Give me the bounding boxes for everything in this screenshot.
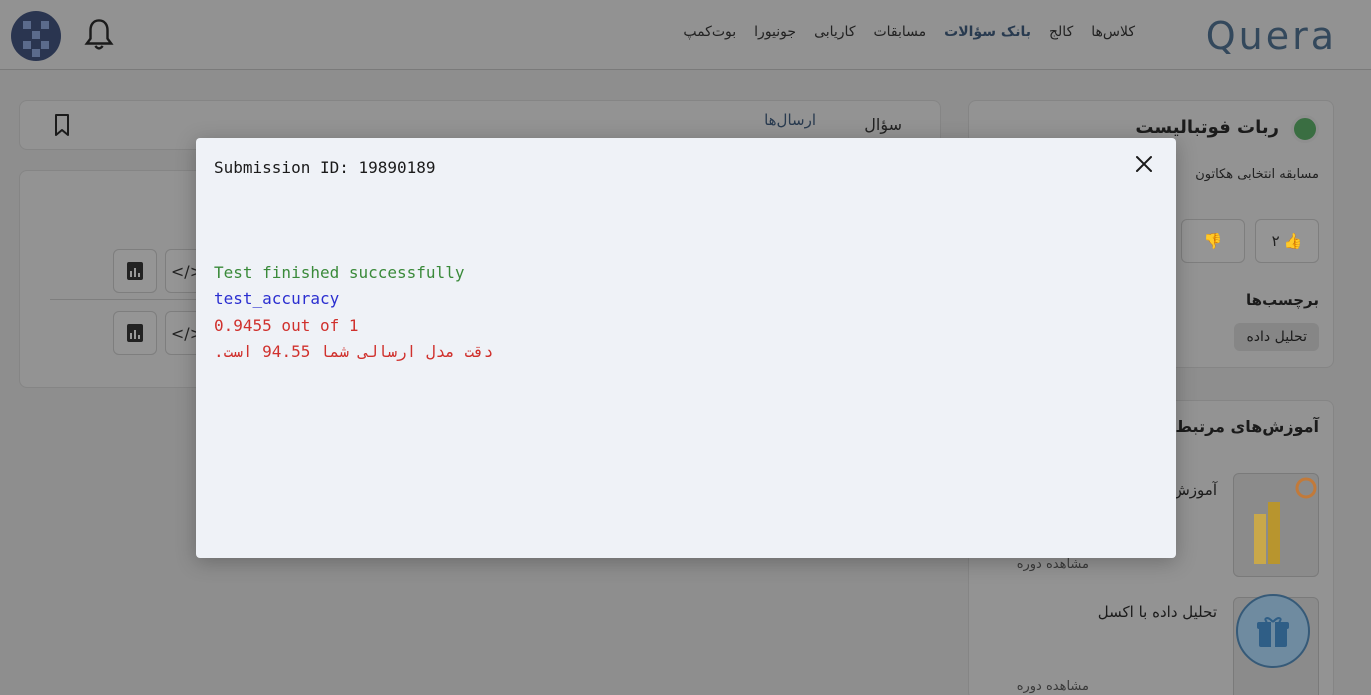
main-nav: کلاس‌ها کالج بانک سؤالات مسابقات کاریابی… [683, 24, 1135, 40]
view-course-link[interactable]: مشاهده دوره [1017, 557, 1089, 572]
gift-icon [1257, 617, 1289, 647]
thumbs-down-icon: 👎 [1203, 232, 1223, 250]
dislike-button[interactable]: 👎 [1181, 219, 1245, 263]
quera-logo[interactable]: Quera [1206, 14, 1337, 58]
tab-question[interactable]: سؤال [864, 115, 902, 134]
nav-item-junior[interactable]: جونیورا [754, 24, 796, 40]
tab-submissions[interactable]: ارسال‌ها [764, 111, 816, 129]
test-status-line: Test finished successfully [214, 263, 465, 282]
view-course-link[interactable]: مشاهده دوره [1017, 679, 1089, 694]
nav-item-contests[interactable]: مسابقات [873, 24, 926, 40]
user-avatar[interactable] [11, 11, 61, 61]
like-button[interactable]: ۲ 👍 [1255, 219, 1319, 263]
nav-item-bootcamp[interactable]: بوت‌کمپ [683, 24, 736, 40]
nav-item-classes[interactable]: کلاس‌ها [1091, 24, 1135, 40]
like-count: ۲ [1271, 232, 1280, 250]
problem-contest[interactable]: مسابقه انتخابی هکاتون [1195, 167, 1319, 182]
report-icon[interactable] [113, 311, 157, 355]
course-title[interactable]: تحلیل داده با اکسل [1098, 603, 1217, 621]
related-heading: آموزش‌های مرتبط [1175, 417, 1319, 436]
difficulty-icon [1291, 115, 1319, 143]
close-icon[interactable] [1132, 152, 1156, 176]
bell-icon[interactable] [84, 18, 114, 52]
gift-button[interactable] [1236, 594, 1310, 668]
nav-item-college[interactable]: کالج [1049, 24, 1073, 40]
nav-item-problem-bank[interactable]: بانک سؤالات [944, 24, 1031, 40]
nav-item-jobs[interactable]: کاریابی [814, 24, 855, 40]
accuracy-message-line: دقت مدل ارسالی شما 94.55 است. [214, 342, 494, 361]
report-icon[interactable] [113, 249, 157, 293]
test-name-line: test_accuracy [214, 289, 340, 308]
top-navbar: Quera کلاس‌ها کالج بانک سؤالات مسابقات ک… [0, 0, 1371, 70]
test-score-line: 0.9455 out of 1 [214, 316, 359, 335]
submission-id: Submission ID: 19890189 [214, 158, 436, 177]
bookmark-icon[interactable] [52, 113, 72, 137]
tag-chip[interactable]: تحلیل داده [1234, 323, 1319, 351]
course-thumbnail[interactable] [1233, 473, 1319, 577]
problem-title: ربات فوتبالیست [1135, 117, 1279, 138]
course-title[interactable]: آموزش [1171, 481, 1217, 499]
thumbs-up-icon: 👍 [1283, 232, 1303, 250]
submission-result-modal: Submission ID: 19890189 Test finished su… [196, 138, 1176, 558]
tags-heading: برچسب‌ها [1246, 291, 1319, 309]
